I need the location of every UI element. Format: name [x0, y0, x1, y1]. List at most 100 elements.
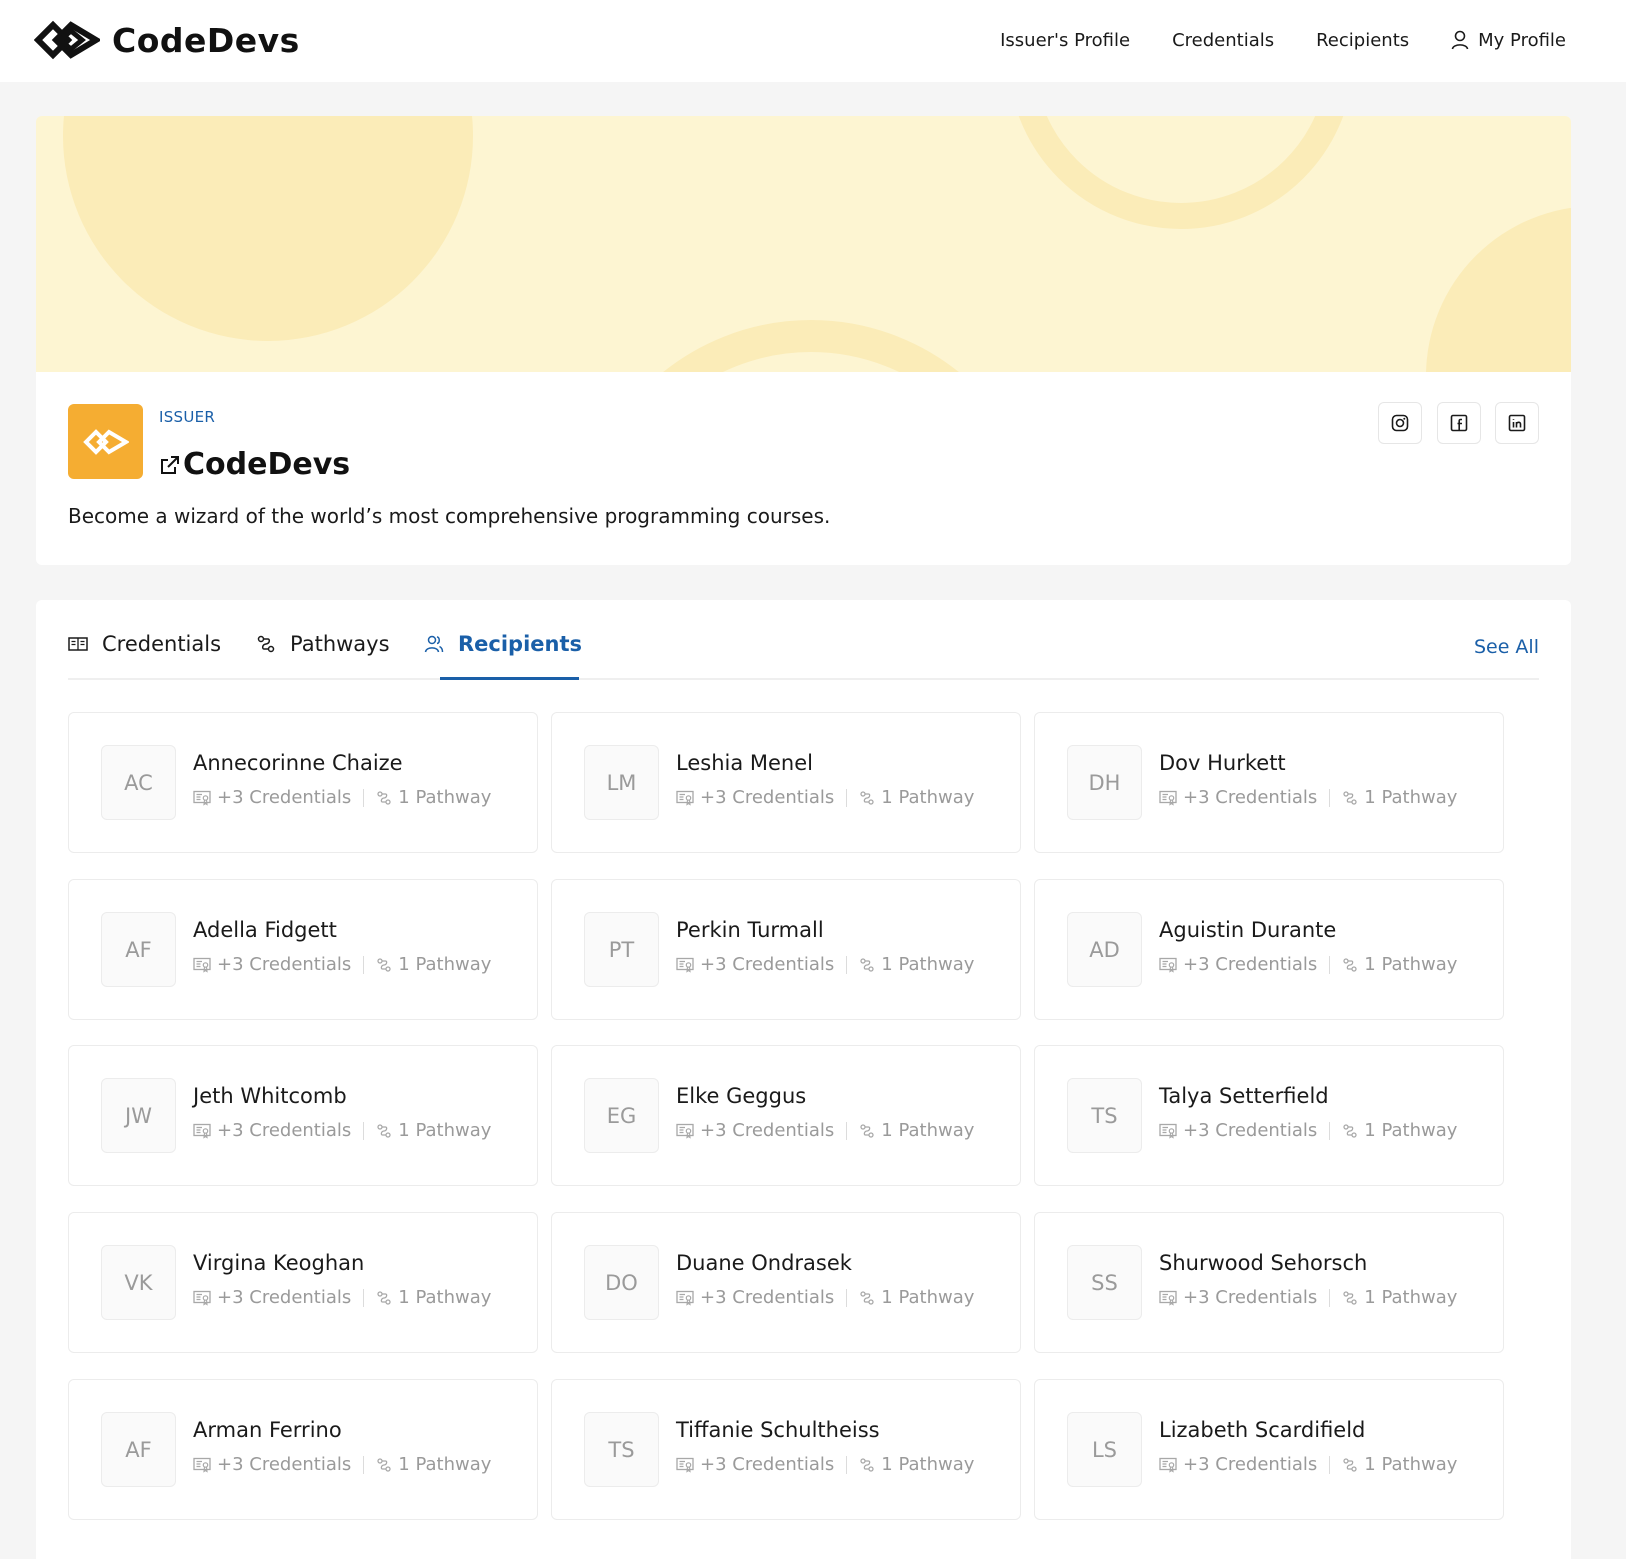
- recipient-avatar: LS: [1067, 1412, 1142, 1487]
- recipient-name: Aguistin Durante: [1159, 918, 1337, 942]
- recipient-card[interactable]: PT Perkin Turmall +3 Credentials 1 Pathway: [551, 879, 1021, 1020]
- recipient-meta: +3 Credentials 1 Pathway: [676, 1120, 974, 1141]
- meta-divider: [846, 955, 848, 974]
- recipient-pathway-count: 1 Pathway: [881, 1454, 975, 1475]
- nav-credentials[interactable]: Credentials: [1172, 30, 1274, 51]
- nav-issuers-profile[interactable]: Issuer's Profile: [1000, 30, 1130, 51]
- pathway-icon: [376, 790, 392, 806]
- recipient-card[interactable]: SS Shurwood Sehorsch +3 Credentials 1 Pathw…: [1034, 1212, 1504, 1353]
- recipient-card[interactable]: LS Lizabeth Scardifield +3 Credentials 1 Pa…: [1034, 1379, 1504, 1520]
- recipient-avatar: PT: [584, 912, 659, 987]
- recipient-card[interactable]: DH Dov Hurkett +3 Credentials 1 Pathway: [1034, 712, 1504, 853]
- recipient-credentials-count: +3 Credentials: [217, 954, 352, 975]
- recipient-card[interactable]: TS Tiffanie Schultheiss +3 Credentials 1 Pa…: [551, 1379, 1021, 1520]
- credential-icon: [1159, 1123, 1177, 1139]
- credential-icon: [193, 957, 211, 973]
- tab-pathways-label: Pathways: [290, 632, 390, 656]
- recipient-card[interactable]: VK Virgina Keoghan +3 Credentials 1 Pathway: [68, 1212, 538, 1353]
- tab-pathways[interactable]: Pathways: [256, 632, 390, 656]
- recipient-name: Lizabeth Scardifield: [1159, 1418, 1366, 1442]
- recipient-card[interactable]: EG Elke Geggus +3 Credentials 1 Pathway: [551, 1045, 1021, 1186]
- recipient-credentials-count: +3 Credentials: [1183, 1287, 1318, 1308]
- facebook-button[interactable]: [1437, 402, 1481, 444]
- recipient-name: Elke Geggus: [676, 1084, 807, 1108]
- recipient-avatar: EG: [584, 1078, 659, 1153]
- recipient-meta: +3 Credentials 1 Pathway: [193, 1287, 491, 1308]
- pathway-icon: [1342, 790, 1358, 806]
- see-all-link[interactable]: See All: [1474, 636, 1539, 658]
- credential-icon: [1159, 1290, 1177, 1306]
- recipient-credentials-count: +3 Credentials: [700, 1120, 835, 1141]
- recipient-card[interactable]: TS Talya Setterfield +3 Credentials 1 Pathw…: [1034, 1045, 1504, 1186]
- user-icon: [1451, 30, 1469, 50]
- recipient-meta: +3 Credentials 1 Pathway: [193, 954, 491, 975]
- issuer-name-link[interactable]: CodeDevs: [159, 447, 350, 482]
- credential-icon: [676, 1123, 694, 1139]
- linkedin-button[interactable]: [1495, 402, 1539, 444]
- recipient-pathway-count: 1 Pathway: [881, 787, 975, 808]
- issuer-tag: ISSUER: [159, 408, 216, 426]
- pathway-icon: [859, 1123, 875, 1139]
- recipient-name: Annecorinne Chaize: [193, 751, 403, 775]
- tab-credentials-label: Credentials: [102, 632, 222, 656]
- recipient-card[interactable]: DO Duane Ondrasek +3 Credentials 1 Pathway: [551, 1212, 1021, 1353]
- tab-bar: Credentials Pathways Recipients See All: [68, 600, 1539, 680]
- credential-icon: [676, 790, 694, 806]
- meta-divider: [363, 1455, 365, 1474]
- recipient-avatar: JW: [101, 1078, 176, 1153]
- recipients-icon: [424, 635, 444, 653]
- recipient-meta: +3 Credentials 1 Pathway: [676, 1454, 974, 1475]
- recipient-pathway-count: 1 Pathway: [881, 1120, 975, 1141]
- credential-icon: [1159, 1457, 1177, 1473]
- recipient-name: Perkin Turmall: [676, 918, 824, 942]
- nav-my-profile[interactable]: My Profile: [1451, 30, 1566, 51]
- recipient-card[interactable]: AF Arman Ferrino +3 Credentials 1 Pathway: [68, 1379, 538, 1520]
- recipient-pathway-count: 1 Pathway: [1364, 1454, 1458, 1475]
- recipient-credentials-count: +3 Credentials: [1183, 1120, 1318, 1141]
- tab-recipients[interactable]: Recipients: [424, 632, 582, 656]
- credential-icon: [193, 1123, 211, 1139]
- recipient-meta: +3 Credentials 1 Pathway: [676, 954, 974, 975]
- meta-divider: [363, 1288, 365, 1307]
- recipient-meta: +3 Credentials 1 Pathway: [1159, 787, 1457, 808]
- credential-icon: [193, 790, 211, 806]
- recipient-credentials-count: +3 Credentials: [217, 787, 352, 808]
- instagram-icon: [1391, 414, 1409, 432]
- recipient-meta: +3 Credentials 1 Pathway: [1159, 1120, 1457, 1141]
- recipient-card[interactable]: AF Adella Fidgett +3 Credentials 1 Pathway: [68, 879, 538, 1020]
- recipient-meta: +3 Credentials 1 Pathway: [1159, 954, 1457, 975]
- recipient-card[interactable]: LM Leshia Menel +3 Credentials 1 Pathway: [551, 712, 1021, 853]
- pathway-icon: [1342, 957, 1358, 973]
- recipient-pathway-count: 1 Pathway: [398, 1287, 492, 1308]
- recipient-card[interactable]: JW Jeth Whitcomb +3 Credentials 1 Pathway: [68, 1045, 538, 1186]
- brand-logo[interactable]: CodeDevs: [34, 16, 300, 64]
- recipient-card[interactable]: AC Annecorinne Chaize +3 Credentials 1 Path…: [68, 712, 538, 853]
- issuer-name: CodeDevs: [183, 447, 351, 482]
- meta-divider: [1329, 1121, 1331, 1140]
- recipient-name: Talya Setterfield: [1159, 1084, 1329, 1108]
- recipient-credentials-count: +3 Credentials: [700, 787, 835, 808]
- pathway-icon: [1342, 1290, 1358, 1306]
- recipient-avatar: LM: [584, 745, 659, 820]
- recipient-name: Adella Fidgett: [193, 918, 337, 942]
- codedevs-logo-icon: [82, 428, 129, 455]
- recipient-meta: +3 Credentials 1 Pathway: [1159, 1454, 1457, 1475]
- pathway-icon: [376, 1123, 392, 1139]
- credential-book-icon: [68, 637, 88, 651]
- pathway-icon: [376, 1290, 392, 1306]
- credential-icon: [676, 1290, 694, 1306]
- recipient-avatar: AF: [101, 1412, 176, 1487]
- meta-divider: [1329, 1288, 1331, 1307]
- recipient-pathway-count: 1 Pathway: [1364, 954, 1458, 975]
- recipient-pathway-count: 1 Pathway: [1364, 1120, 1458, 1141]
- tab-credentials[interactable]: Credentials: [68, 632, 221, 656]
- instagram-button[interactable]: [1378, 402, 1422, 444]
- recipient-avatar: DH: [1067, 745, 1142, 820]
- pathway-icon: [1342, 1123, 1358, 1139]
- recipient-avatar: SS: [1067, 1245, 1142, 1320]
- recipient-pathway-count: 1 Pathway: [398, 954, 492, 975]
- recipient-card[interactable]: AD Aguistin Durante +3 Credentials 1 Pathwa…: [1034, 879, 1504, 1020]
- issuer-logo: [68, 404, 143, 479]
- recipient-meta: +3 Credentials 1 Pathway: [193, 787, 491, 808]
- nav-recipients[interactable]: Recipients: [1316, 30, 1409, 51]
